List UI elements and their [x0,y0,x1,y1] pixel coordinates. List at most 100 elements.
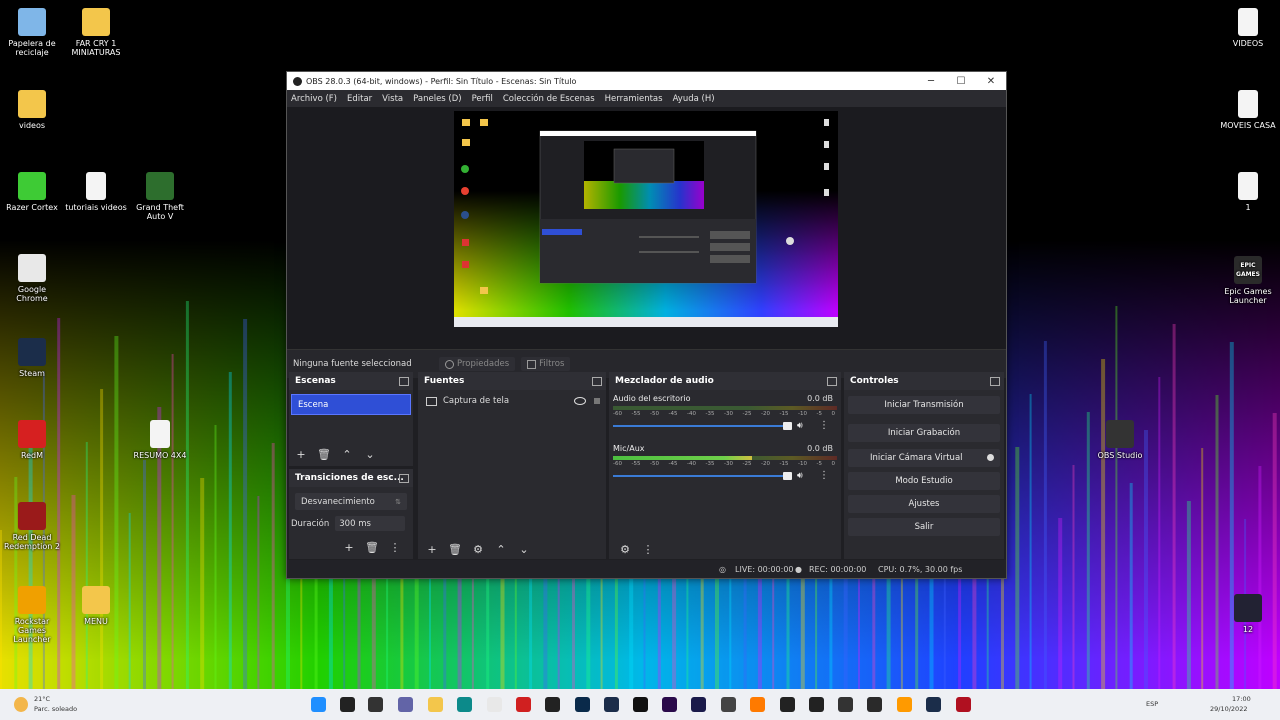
move-down-icon[interactable]: ⌄ [516,542,532,556]
start-icon[interactable] [311,697,326,712]
more-icon[interactable]: ⋮ [387,540,403,554]
start-streaming-button[interactable]: Iniciar Transmisión [848,396,1000,414]
scene-item[interactable]: Escena [291,394,411,415]
desktop-shortcut[interactable]: Razer Cortex [1,172,63,212]
game-icon[interactable] [867,697,882,712]
properties-button[interactable]: Propiedades [439,357,516,371]
eye-icon[interactable] [574,397,586,405]
language-indicator[interactable]: ESP [1146,700,1158,708]
speaker-icon[interactable]: 🔊︎ [797,421,803,431]
desktop-shortcut[interactable]: Grand Theft Auto V [129,172,191,221]
move-up-icon[interactable]: ⌃ [493,542,509,556]
filters-button[interactable]: Filtros [521,357,571,371]
start-virtual-camera-button[interactable]: Iniciar Cámara Virtual [848,449,1000,467]
desktop-shortcut[interactable]: OBS Studio [1089,420,1151,460]
media-encoder-icon[interactable] [691,697,706,712]
gta-icon[interactable] [721,697,736,712]
undock-icon[interactable] [827,377,837,386]
desktop-shortcut[interactable]: RedM [1,420,63,460]
desktop-shortcut[interactable]: Red Dead Redemption 2 [1,502,63,551]
studio-mode-button[interactable]: Modo Estudio [848,472,1000,490]
exit-button[interactable]: Salir [848,518,1000,536]
move-down-icon[interactable]: ⌄ [362,447,378,461]
illustrator-icon[interactable] [897,697,912,712]
menu-herramientas[interactable]: Herramientas [605,94,663,104]
chrome-icon[interactable] [487,697,502,712]
advanced-audio-icon[interactable]: ⚙ [617,542,633,556]
search-icon[interactable] [340,697,355,712]
settings-button[interactable]: Ajustes [848,495,1000,513]
trash-icon[interactable]: 🗑︎ [316,447,332,461]
speaker-icon[interactable]: 🔊︎ [797,471,803,481]
menu-archivo[interactable]: Archivo (F) [291,94,337,104]
add-icon[interactable]: + [341,540,357,554]
desktop-shortcut[interactable]: MENU [65,586,127,626]
undock-icon[interactable] [399,474,409,483]
menu-perfil[interactable]: Perfil [472,94,493,104]
obs-studio-icon[interactable] [545,697,560,712]
add-icon[interactable]: + [293,447,309,461]
photoshop-icon[interactable] [575,697,590,712]
undock-icon[interactable] [592,377,602,386]
start-recording-button[interactable]: Iniciar Grabación [848,424,1000,442]
maximize-button[interactable]: ☐ [946,76,976,87]
duration-field[interactable]: 300 ms [335,516,406,531]
transition-select[interactable]: Desvanecimiento ⇅ [295,493,407,510]
desktop-shortcut[interactable]: Google Chrome [1,254,63,303]
volume-fader[interactable]: 🔊︎ ⋮ [613,470,837,482]
file-explorer-icon[interactable] [428,697,443,712]
chat-icon[interactable] [398,697,413,712]
fader-handle[interactable] [783,472,792,480]
more-icon[interactable]: ⋮ [640,542,656,556]
add-icon[interactable]: + [424,542,440,556]
move-up-icon[interactable]: ⌃ [339,447,355,461]
task-view-icon[interactable] [368,697,383,712]
volume-fader[interactable]: 🔊︎ ⋮ [613,420,837,432]
lock-icon[interactable] [594,398,600,404]
more-icon[interactable]: ⋮ [819,420,829,431]
undock-icon[interactable] [990,377,1000,386]
clock-date[interactable]: 29/10/2022 [1210,705,1247,713]
steam-icon[interactable] [926,697,941,712]
edge-icon[interactable] [457,697,472,712]
more-icon[interactable]: ⋮ [819,470,829,481]
desktop-shortcut[interactable]: Papelera de reciclaje [1,8,63,57]
firefox-icon[interactable] [750,697,765,712]
program-preview[interactable] [454,111,838,327]
opera-icon[interactable] [516,697,531,712]
gear-icon[interactable] [987,454,994,461]
desktop-shortcut[interactable]: 12 [1217,594,1279,634]
desktop-shortcut[interactable]: tutoriais videos [65,172,127,212]
capcut-icon[interactable] [633,697,648,712]
clock-time[interactable]: 17:00 [1232,695,1251,703]
desktop-shortcut[interactable]: Steam [1,338,63,378]
menu-coleccion-escenas[interactable]: Colección de Escenas [503,94,595,104]
close-button[interactable]: ✕ [976,76,1006,87]
desktop-shortcut[interactable]: EPIC GAMES Epic Games Launcher [1217,256,1279,305]
menu-paneles[interactable]: Paneles (D) [413,94,461,104]
undock-icon[interactable] [399,377,409,386]
desktop-shortcut[interactable]: FAR CRY 1 MINIATURAS [65,8,127,57]
title-bar[interactable]: OBS 28.0.3 (64-bit, windows) - Perfil: S… [287,72,1006,90]
desktop-shortcut[interactable]: VIDEOS [1217,8,1279,48]
steam-icon[interactable] [604,697,619,712]
desktop-shortcut[interactable]: RESUMO 4X4 [129,420,191,460]
gear-icon[interactable]: ⚙ [470,542,486,556]
weather-icon[interactable] [14,697,28,712]
menu-editar[interactable]: Editar [347,94,372,104]
menu-vista[interactable]: Vista [382,94,403,104]
preview-area[interactable] [287,107,1006,349]
trash-icon[interactable]: 🗑︎ [447,542,463,556]
fc4-icon[interactable] [809,697,824,712]
fc3-icon[interactable] [780,697,795,712]
premiere-icon[interactable] [662,697,677,712]
desktop-shortcut[interactable]: Rockstar Games Launcher [1,586,63,644]
fader-handle[interactable] [783,422,792,430]
desktop-shortcut[interactable]: 1 [1217,172,1279,212]
obs-window[interactable]: OBS 28.0.3 (64-bit, windows) - Perfil: S… [286,71,1007,579]
minimize-button[interactable]: ─ [916,76,946,87]
desktop-shortcut[interactable]: MOVEIS CASA [1217,90,1279,130]
adobe-icon[interactable] [956,697,971,712]
menu-ayuda[interactable]: Ayuda (H) [673,94,715,104]
desktop-shortcut[interactable]: videos [1,90,63,130]
